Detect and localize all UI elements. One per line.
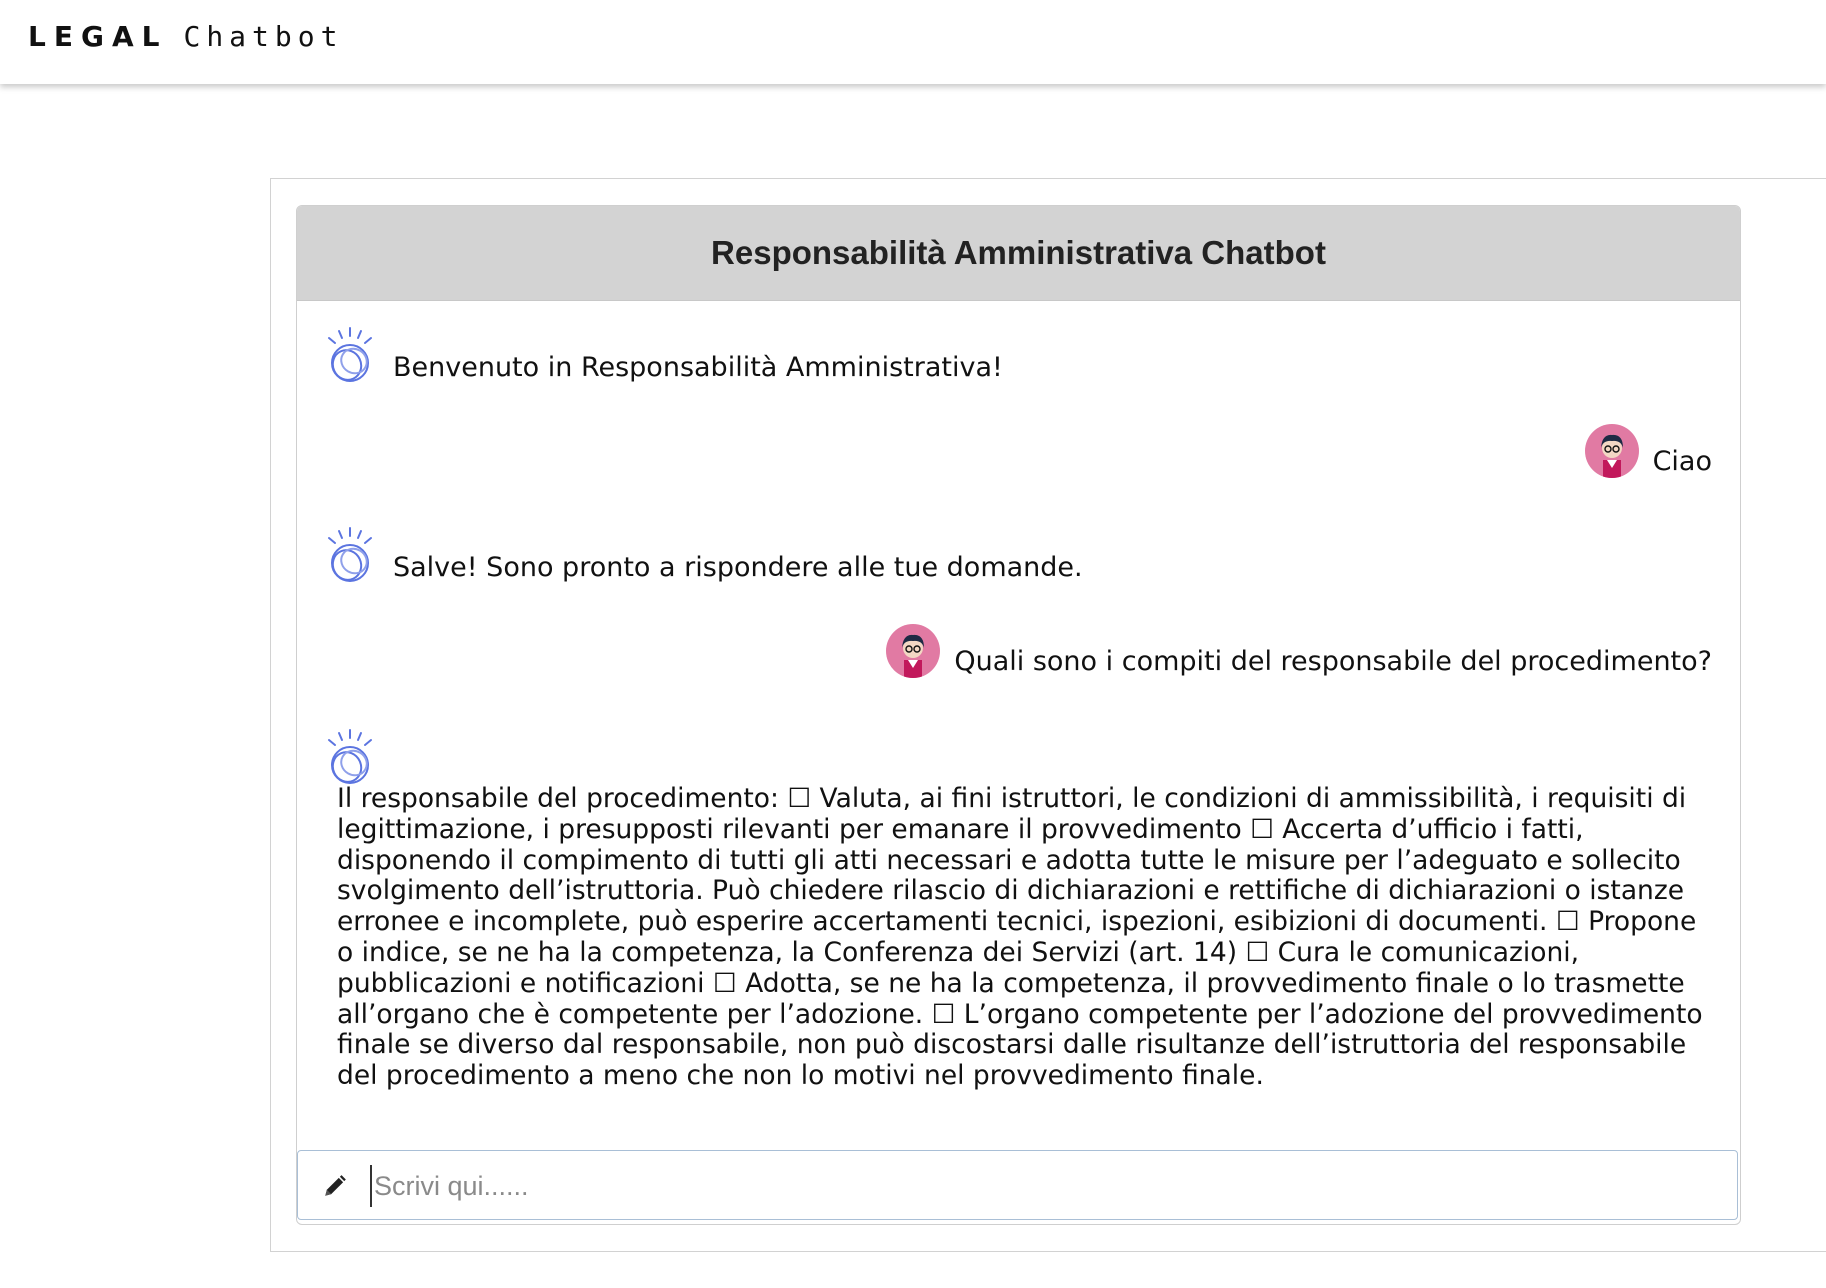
user-message-row: Quali sono i compiti del responsabile de… xyxy=(886,624,1712,678)
bot-message: Benvenuto in Responsabilità Amministrati… xyxy=(393,352,1003,383)
brand-bold: LEGAL xyxy=(28,20,168,53)
bot-icon xyxy=(328,327,372,382)
user-avatar xyxy=(886,624,941,678)
user-message: Ciao xyxy=(1652,445,1712,477)
bot-message-long: Il responsabile del procedimento: ☐ Valu… xyxy=(337,783,1703,1092)
user-message-row: Ciao xyxy=(1584,424,1712,478)
bot-message: Salve! Sono pronto a rispondere alle tue… xyxy=(393,552,1083,583)
chat-header: Responsabilità Amministrativa Chatbot xyxy=(297,206,1740,301)
message-input-bar xyxy=(297,1150,1738,1220)
bot-icon xyxy=(328,729,372,784)
user-message: Quali sono i compiti del responsabile de… xyxy=(954,645,1712,677)
brand-logo[interactable]: LEGAL Chatbot xyxy=(28,20,343,53)
pencil-icon xyxy=(325,1175,346,1196)
chat-window: Responsabilità Amministrativa Chatbot Be… xyxy=(296,205,1741,1225)
message-input[interactable] xyxy=(370,1165,1716,1207)
user-avatar xyxy=(1584,424,1639,478)
top-navbar: LEGAL Chatbot xyxy=(0,0,1826,84)
chat-title: Responsabilità Amministrativa Chatbot xyxy=(711,234,1326,271)
brand-rest: Chatbot xyxy=(183,20,344,53)
bot-icon xyxy=(328,527,372,582)
